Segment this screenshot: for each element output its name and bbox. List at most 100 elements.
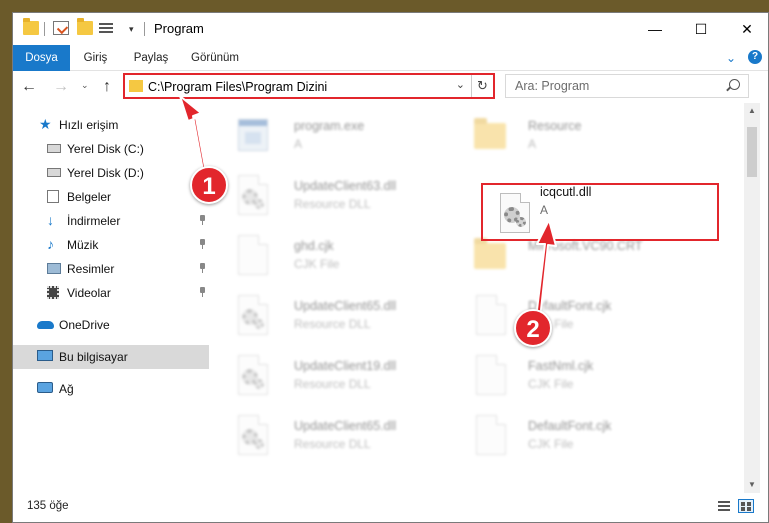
file-type: A: [294, 137, 303, 151]
view-list-icon[interactable]: [99, 22, 113, 34]
chevron-down-icon[interactable]: ⌄: [81, 80, 89, 91]
file-item[interactable]: Resource A: [448, 107, 688, 165]
new-folder-icon[interactable]: [77, 18, 93, 35]
sidebar-item-local-disk-d[interactable]: Yerel Disk (D:): [13, 161, 209, 185]
sidebar-item-onedrive[interactable]: OneDrive: [13, 313, 209, 337]
tab-view[interactable]: Görünüm: [183, 45, 247, 71]
file-icon: [234, 235, 270, 277]
pin-icon[interactable]: [199, 215, 205, 225]
folder-icon: [23, 18, 39, 35]
sidebar-item-local-disk-c[interactable]: Yerel Disk (C:): [13, 137, 209, 161]
scroll-thumb[interactable]: [747, 127, 757, 177]
forward-arrow-icon[interactable]: →: [51, 77, 71, 97]
details-view-icon[interactable]: [716, 499, 732, 513]
chevron-down-icon[interactable]: ▾: [129, 25, 137, 34]
file-name: Microsoft.VC90.CRT: [528, 239, 643, 253]
pictures-icon: [47, 263, 61, 274]
help-icon[interactable]: ?: [748, 50, 762, 64]
file-item[interactable]: program.exe A: [210, 107, 450, 165]
sidebar-item-music[interactable]: ♪ Müzik: [13, 233, 209, 257]
file-type: Resource DLL: [294, 377, 371, 391]
step-badge-2: 2: [514, 309, 552, 347]
step-badge-1: 1: [190, 166, 228, 204]
sidebar-item-label: Yerel Disk (D:): [67, 166, 144, 180]
network-icon: [37, 382, 53, 393]
divider: [144, 22, 145, 36]
pin-icon[interactable]: [199, 263, 205, 273]
divider: [44, 22, 45, 36]
vertical-scrollbar[interactable]: ▲ ▼: [744, 103, 760, 493]
up-arrow-icon[interactable]: ↑: [97, 77, 117, 97]
file-item[interactable]: DefaultFont.cjk CJK File: [448, 287, 688, 345]
close-button[interactable]: ✕: [724, 13, 768, 45]
file-type: CJK File: [528, 377, 574, 391]
dll-icon: [234, 415, 270, 457]
properties-icon[interactable]: [53, 21, 69, 35]
search-placeholder: Ara: Program: [515, 79, 590, 93]
documents-icon: [47, 190, 59, 203]
video-icon: [47, 286, 59, 299]
chevron-down-icon[interactable]: ⌄: [726, 51, 740, 65]
large-icons-view-icon[interactable]: [738, 499, 754, 513]
search-input[interactable]: Ara: Program: [505, 74, 749, 98]
minimize-button[interactable]: —: [632, 13, 678, 45]
file-name: FastNml.cjk: [528, 359, 594, 373]
maximize-button[interactable]: ☐: [678, 13, 724, 45]
exe-icon: [234, 115, 270, 157]
file-item[interactable]: FastNml.cjk CJK File: [448, 347, 688, 405]
star-icon: ★: [39, 116, 52, 132]
address-bar[interactable]: C:\Program Files\Program Dizini ⌄ ↻: [123, 73, 495, 99]
highlight-box: [481, 183, 719, 241]
file-name: UpdateClient65.dll: [294, 419, 397, 433]
chevron-down-icon[interactable]: ⌄: [456, 78, 465, 91]
sidebar-item-label: OneDrive: [59, 318, 110, 332]
file-item[interactable]: UpdateClient65.dll Resource DLL: [210, 287, 450, 345]
sidebar-item-label: Belgeler: [67, 190, 112, 204]
tab-home[interactable]: Giriş: [73, 45, 118, 71]
pin-icon[interactable]: [199, 239, 205, 249]
sidebar-item-pictures[interactable]: Resimler: [13, 257, 209, 281]
computer-icon: [37, 350, 53, 361]
file-name: program.exe: [294, 119, 365, 133]
sidebar-item-label: Müzik: [67, 238, 99, 252]
file-list: program.exe A Resource A UpdateClient63.…: [210, 103, 744, 493]
back-arrow-icon[interactable]: ←: [19, 77, 39, 97]
file-item[interactable]: UpdateClient19.dll Resource DLL: [210, 347, 450, 405]
dll-icon: [234, 355, 270, 397]
sidebar-item-documents[interactable]: Belgeler: [13, 185, 209, 209]
sidebar-item-label: Hızlı erişim: [59, 118, 119, 132]
file-item[interactable]: ghd.cjk CJK File: [210, 227, 450, 285]
explorer-window: ▾ Program — ☐ ✕ Dosya Giriş Paylaş Görün…: [12, 12, 769, 523]
sidebar-item-label: İndirmeler: [67, 214, 121, 228]
sidebar-item-this-pc[interactable]: Bu bilgisayar: [13, 345, 209, 369]
pin-icon[interactable]: [199, 287, 205, 297]
file-icon: [472, 295, 508, 337]
file-icon: [472, 415, 508, 457]
sidebar-item-label: Yerel Disk (C:): [67, 142, 144, 156]
file-item[interactable]: UpdateClient63.dll Resource DLL: [210, 167, 450, 225]
file-icon: [472, 355, 508, 397]
sidebar-item-quick-access[interactable]: ★ Hızlı erişim: [13, 113, 209, 137]
cloud-icon: [37, 321, 54, 329]
music-icon: ♪: [47, 236, 54, 252]
download-icon: ↓: [47, 212, 54, 228]
sidebar-item-network[interactable]: Ağ: [13, 377, 209, 401]
sidebar-item-downloads[interactable]: ↓ İndirmeler: [13, 209, 209, 233]
tab-share[interactable]: Paylaş: [123, 45, 179, 71]
file-name: UpdateClient65.dll: [294, 299, 397, 313]
search-icon[interactable]: [729, 79, 740, 90]
scroll-up-icon[interactable]: ▲: [744, 103, 760, 119]
address-path[interactable]: C:\Program Files\Program Dizini: [148, 80, 327, 94]
tab-file[interactable]: Dosya: [13, 45, 70, 71]
refresh-icon[interactable]: ↻: [471, 75, 493, 97]
file-item[interactable]: DefaultFont.cjk CJK File: [448, 407, 688, 465]
scroll-down-icon[interactable]: ▼: [744, 477, 760, 493]
file-item[interactable]: UpdateClient65.dll Resource DLL: [210, 407, 450, 465]
sidebar-item-label: Resimler: [67, 262, 115, 276]
sidebar-item-videos[interactable]: Videolar: [13, 281, 209, 305]
file-type: Resource DLL: [294, 437, 371, 451]
sidebar-item-label: Ağ: [59, 382, 74, 396]
status-bar: 135 öğe: [13, 493, 768, 522]
ribbon-tabs: Dosya Giriş Paylaş Görünüm ⌄ ?: [13, 45, 768, 71]
item-count: 135 öğe: [27, 500, 69, 512]
